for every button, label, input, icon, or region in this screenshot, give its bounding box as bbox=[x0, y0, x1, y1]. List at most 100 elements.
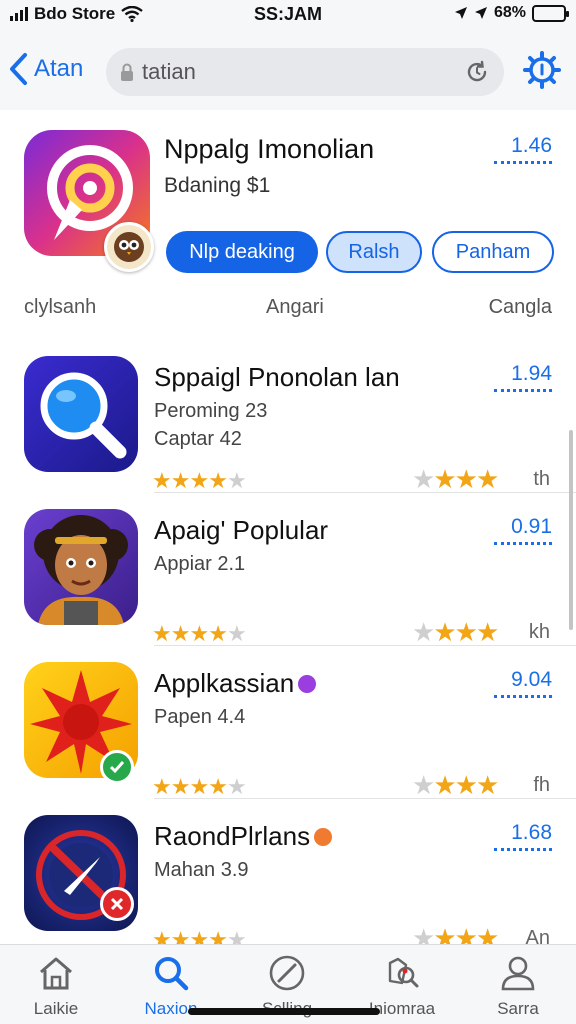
rating-stars: ★★★★★ bbox=[152, 621, 247, 647]
star-empty-icon: ★ bbox=[412, 770, 435, 800]
rating-stars-large: ★★★★ bbox=[412, 770, 499, 801]
price-button[interactable]: 1.94 bbox=[494, 362, 552, 392]
star-filled-icon: ★ bbox=[189, 468, 209, 493]
rating-stars: ★★★★★ bbox=[152, 774, 247, 800]
app-price: 1.94 bbox=[511, 362, 552, 385]
star-filled-icon: ★ bbox=[189, 621, 209, 646]
star-filled-icon: ★ bbox=[152, 468, 172, 493]
status-right: 68% bbox=[454, 4, 569, 22]
home-indicator[interactable] bbox=[188, 1008, 380, 1015]
star-filled-icon: ★ bbox=[208, 774, 228, 799]
price-underline bbox=[494, 694, 552, 698]
lock-icon bbox=[121, 63, 133, 81]
price-underline bbox=[494, 847, 552, 851]
app-price: 0.91 bbox=[511, 515, 552, 538]
star-empty-icon: ★ bbox=[226, 621, 247, 646]
outline-action-button[interactable]: Panham bbox=[432, 231, 554, 273]
filter-right[interactable]: Cangla bbox=[489, 296, 552, 319]
scroll-indicator[interactable] bbox=[569, 430, 573, 630]
tab-label: Sarra bbox=[497, 999, 539, 1018]
person-icon bbox=[501, 956, 535, 991]
star-filled-icon: ★ bbox=[170, 621, 191, 646]
battery-percent: 68% bbox=[493, 4, 526, 21]
star-empty-icon: ★ bbox=[226, 774, 247, 799]
star-filled-icon: ★ bbox=[475, 770, 499, 800]
filter-left[interactable]: clylsanh bbox=[24, 296, 96, 319]
app-name: Sppaigl Pnonolan lan bbox=[154, 362, 400, 392]
rank-label: th bbox=[533, 468, 550, 490]
battery-icon bbox=[532, 4, 569, 22]
search-icon bbox=[155, 957, 189, 991]
gear-icon[interactable] bbox=[522, 50, 562, 90]
price-underline bbox=[494, 541, 552, 545]
star-empty-icon: ★ bbox=[412, 617, 435, 647]
app-row[interactable]: Apaig' Poplular Appiar 2.1 0.91 ★★★★★ ★★… bbox=[0, 493, 576, 648]
rating-stars-large: ★★★★ bbox=[412, 617, 499, 648]
price-button[interactable]: 1.68 bbox=[494, 821, 552, 851]
app-price: 9.04 bbox=[511, 668, 552, 691]
app-subtitle: Peroming 23 bbox=[154, 400, 268, 422]
magnifier-icon bbox=[24, 356, 138, 472]
app-row[interactable]: RaondPlrlans Mahan 3.9 1.68 ★★★★★ ★★★★ A… bbox=[0, 799, 576, 953]
app-name: Applkassian bbox=[154, 668, 317, 699]
price-underline bbox=[494, 160, 552, 164]
star-filled-icon: ★ bbox=[208, 621, 228, 646]
star-filled-icon: ★ bbox=[433, 464, 456, 494]
star-filled-icon: ★ bbox=[170, 774, 191, 799]
status-bar: Bdo Store SS:JAM 68% bbox=[0, 0, 576, 30]
reload-icon[interactable] bbox=[464, 59, 490, 85]
avatar-icon bbox=[24, 509, 138, 625]
featured-title[interactable]: Nppalg Imonolian bbox=[164, 134, 374, 165]
app-row[interactable]: Applkassian Papen 4.4 9.04 ★★★★★ ★★★★ fh bbox=[0, 646, 576, 801]
chevron-left-icon bbox=[10, 53, 27, 85]
star-filled-icon: ★ bbox=[454, 617, 478, 647]
tab-home[interactable]: Laikie bbox=[6, 953, 106, 1019]
price-button[interactable]: 9.04 bbox=[494, 668, 552, 698]
home-icon bbox=[40, 957, 72, 990]
featured-price: 1.46 bbox=[511, 134, 552, 157]
star-filled-icon: ★ bbox=[189, 774, 209, 799]
purple-dot-icon bbox=[298, 674, 317, 693]
star-filled-icon: ★ bbox=[475, 617, 499, 647]
back-button[interactable]: Atan bbox=[8, 52, 83, 86]
featured-price-button[interactable]: 1.46 bbox=[494, 134, 552, 164]
location-arrow-icon bbox=[474, 7, 487, 19]
secondary-action-button[interactable]: Ralsh bbox=[326, 231, 422, 273]
orange-dot-icon bbox=[314, 827, 333, 846]
owl-badge-icon bbox=[104, 222, 154, 272]
star-filled-icon: ★ bbox=[475, 464, 499, 494]
star-empty-icon: ★ bbox=[226, 468, 247, 493]
back-label: Atan bbox=[34, 55, 84, 82]
app-row[interactable]: Sppaigl Pnonolan lan Peroming 23 Captar … bbox=[0, 340, 576, 495]
close-badge-icon bbox=[100, 887, 134, 921]
star-filled-icon: ★ bbox=[152, 774, 172, 799]
star-filled-icon: ★ bbox=[152, 621, 172, 646]
compass-icon bbox=[269, 955, 305, 991]
star-filled-icon: ★ bbox=[170, 468, 191, 493]
app-subtitle: Papen 4.4 bbox=[154, 706, 246, 728]
tab-label: Laikie bbox=[33, 999, 79, 1018]
rank-label: kh bbox=[528, 621, 550, 643]
star-filled-icon: ★ bbox=[454, 770, 478, 800]
featured-subtitle: Bdaning $1 bbox=[164, 174, 271, 197]
rank-label: fh bbox=[533, 774, 550, 796]
primary-action-button[interactable]: Nlp deaking bbox=[166, 231, 318, 273]
app-name: RaondPlrlans bbox=[154, 821, 333, 852]
rating-stars-large: ★★★★ bbox=[412, 464, 499, 495]
filter-row: clylsanh Angari Cangla bbox=[0, 296, 576, 326]
app-name: Apaig' Poplular bbox=[154, 515, 329, 545]
price-button[interactable]: 0.91 bbox=[494, 515, 552, 545]
filter-center[interactable]: Angari bbox=[266, 296, 324, 319]
star-empty-icon: ★ bbox=[412, 464, 435, 494]
search-doc-icon bbox=[388, 957, 419, 988]
tab-profile[interactable]: Sarra bbox=[468, 953, 568, 1019]
app-subtitle: Appiar 2.1 bbox=[154, 553, 246, 575]
nav-bar: Atan bbox=[0, 30, 576, 110]
app-price: 1.68 bbox=[511, 821, 552, 844]
app-subtitle-2: Captar 42 bbox=[154, 428, 242, 450]
app-subtitle: Mahan 3.9 bbox=[154, 859, 249, 881]
address-bar[interactable] bbox=[106, 48, 504, 96]
address-input[interactable] bbox=[142, 59, 464, 85]
location-arrow-icon bbox=[454, 7, 467, 19]
star-filled-icon: ★ bbox=[433, 770, 456, 800]
